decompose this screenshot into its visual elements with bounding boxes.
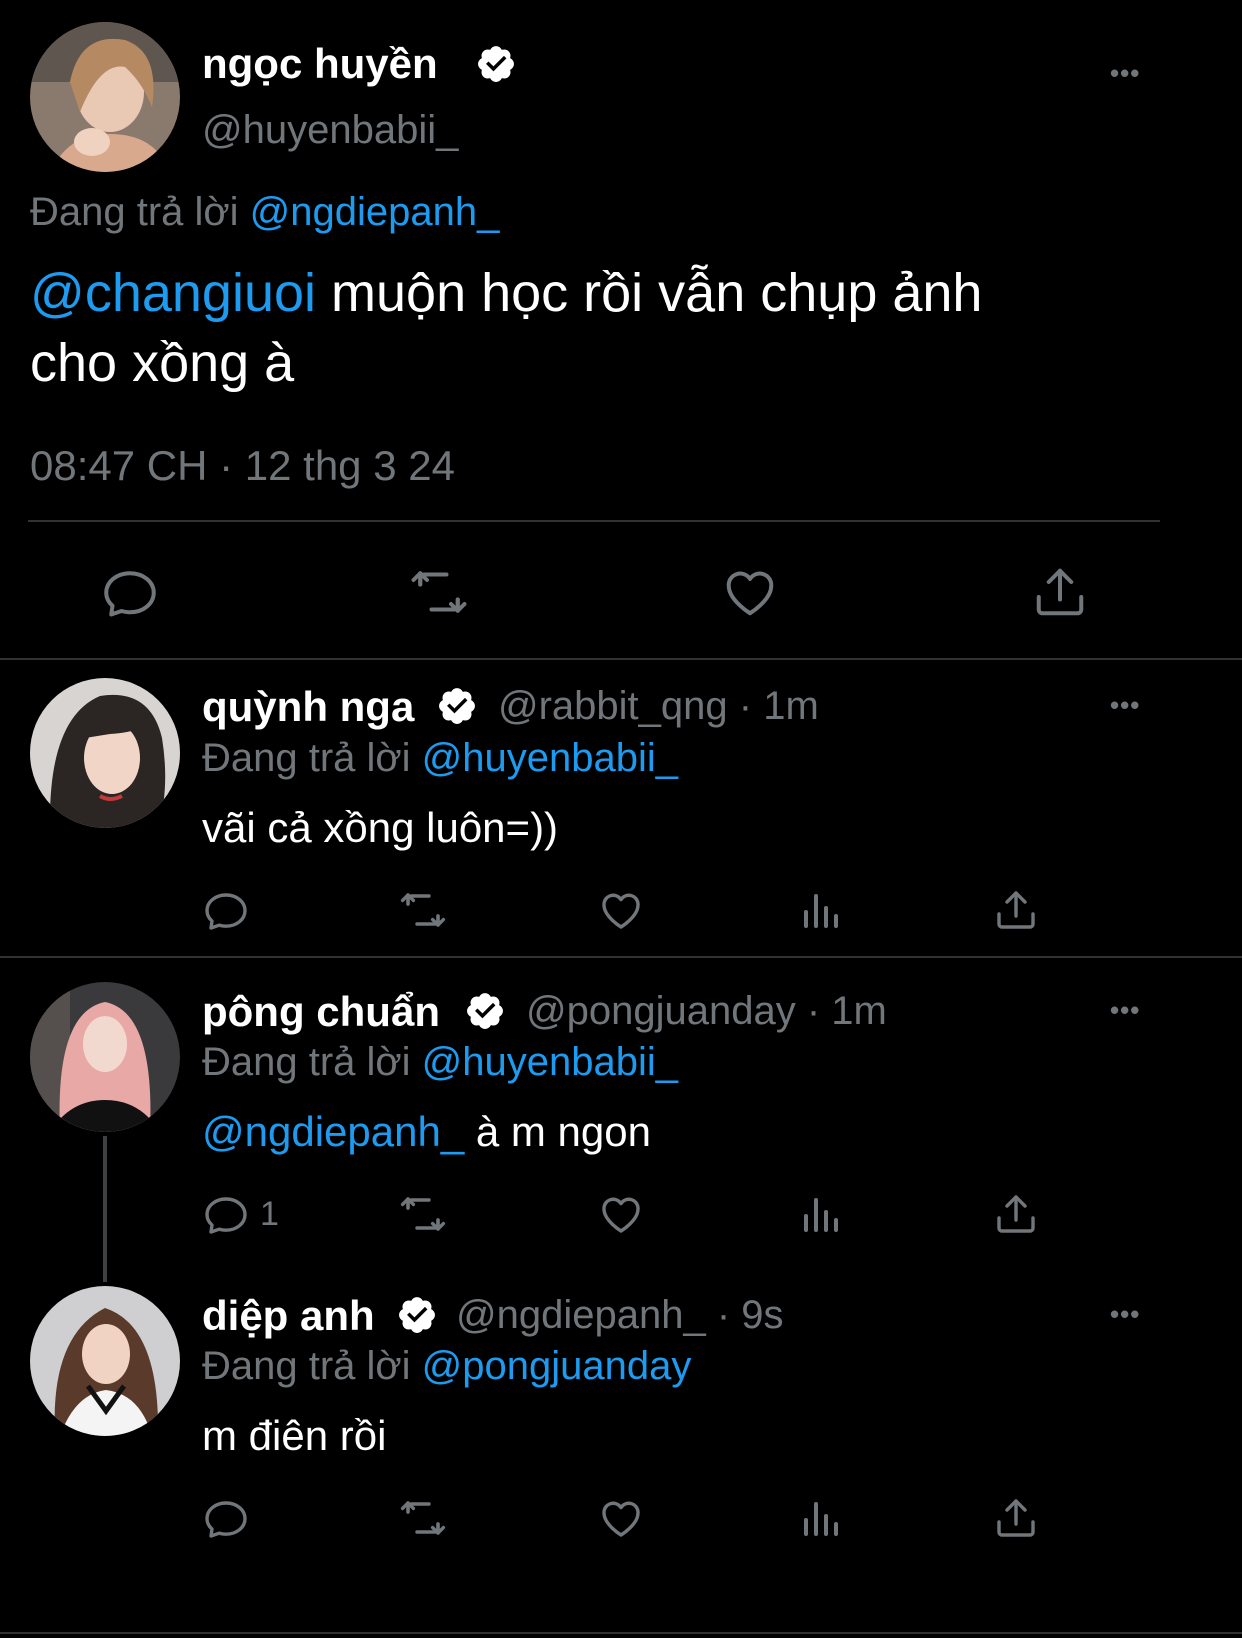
replying-to-link[interactable]: @huyenbabii_ <box>422 1040 678 1084</box>
more-icon[interactable]: ••• <box>1110 690 1140 721</box>
tweet-mention-link[interactable]: @changiuoi <box>30 263 316 323</box>
reply-icon[interactable] <box>202 1494 260 1542</box>
reply-handle-time[interactable]: @pongjuanday · 1m <box>526 989 887 1034</box>
share-icon[interactable] <box>992 886 1040 934</box>
main-tweet-text-line2: cho xồng à <box>30 333 295 393</box>
main-display-name[interactable]: ngọc huyền <box>202 40 438 88</box>
reply-replying-to: Đang trả lời @pongjuanday <box>202 1344 691 1389</box>
reply-handle-time[interactable]: @rabbit_qng · 1m <box>498 684 819 729</box>
main-handle[interactable]: @huyenbabii_ <box>202 108 458 153</box>
verified-badge-icon <box>475 43 517 90</box>
section-divider <box>0 956 1242 958</box>
reply-replying-to: Đang trả lời @huyenbabii_ <box>202 736 678 781</box>
main-divider <box>28 520 1160 522</box>
thread-connector <box>103 1136 107 1282</box>
share-icon[interactable] <box>992 1494 1040 1542</box>
more-icon[interactable]: ••• <box>1110 995 1140 1026</box>
verified-badge-icon <box>436 685 478 732</box>
replying-prefix: Đang trả lời <box>202 1344 411 1388</box>
avatar-reply-user-3[interactable] <box>30 1286 180 1436</box>
retweet-icon[interactable] <box>398 1190 448 1238</box>
avatar-main-user[interactable] <box>30 22 180 172</box>
retweet-icon[interactable] <box>398 1494 448 1542</box>
section-divider <box>0 1632 1242 1634</box>
retweet-icon[interactable] <box>398 886 448 934</box>
replying-prefix: Đang trả lời <box>202 736 411 780</box>
replying-to-link[interactable]: @ngdiepanh_ <box>250 190 500 234</box>
share-icon[interactable] <box>992 1190 1040 1238</box>
views-icon[interactable] <box>796 886 844 934</box>
tweet-text: muộn học rồi vẫn chụp ảnh <box>316 263 983 323</box>
section-divider <box>0 658 1242 660</box>
avatar-reply-user-2[interactable] <box>30 982 180 1132</box>
avatar-reply-user-1[interactable] <box>30 678 180 828</box>
main-timestamp[interactable]: 08:47 CH · 12 thg 3 24 <box>30 442 455 490</box>
main-tweet-text-line1: @changiuoi muộn học rồi vẫn chụp ảnh <box>30 262 982 324</box>
heart-icon[interactable] <box>597 1190 645 1238</box>
reply-icon[interactable] <box>202 886 260 934</box>
heart-icon[interactable] <box>720 562 780 622</box>
reply-display-name[interactable]: quỳnh nga <box>202 683 414 731</box>
replying-prefix: Đang trả lời <box>30 190 239 234</box>
reply-text: m điên rồi <box>202 1412 387 1459</box>
reply-text: vãi cả xồng luôn=)) <box>202 804 559 851</box>
share-icon[interactable] <box>1030 562 1090 622</box>
reply-display-name[interactable]: diệp anh <box>202 1292 375 1340</box>
retweet-icon[interactable] <box>408 562 470 622</box>
reply-mention-link[interactable]: @ngdiepanh_ <box>202 1108 464 1155</box>
views-icon[interactable] <box>796 1190 844 1238</box>
reply-text: à m ngon <box>464 1108 651 1155</box>
heart-icon[interactable] <box>597 886 645 934</box>
verified-badge-icon <box>396 1294 438 1341</box>
main-replying-to: Đang trả lời @ngdiepanh_ <box>30 190 499 235</box>
more-icon[interactable]: ••• <box>1110 1299 1140 1330</box>
reply-count: 1 <box>260 1194 279 1233</box>
reply-icon[interactable] <box>100 562 160 622</box>
replying-to-link[interactable]: @huyenbabii_ <box>422 736 678 780</box>
replying-prefix: Đang trả lời <box>202 1040 411 1084</box>
reply-icon[interactable]: 1 <box>202 1190 279 1238</box>
reply-display-name[interactable]: pông chuẩn <box>202 988 440 1036</box>
views-icon[interactable] <box>796 1494 844 1542</box>
reply-handle-time[interactable]: @ngdiepanh_ · 9s <box>456 1293 784 1338</box>
verified-badge-icon <box>464 990 506 1037</box>
reply-text-row: @ngdiepanh_ à m ngon <box>202 1108 651 1156</box>
more-icon[interactable]: ••• <box>1110 58 1140 89</box>
reply-replying-to: Đang trả lời @huyenbabii_ <box>202 1040 678 1085</box>
replying-to-link[interactable]: @pongjuanday <box>422 1344 692 1388</box>
heart-icon[interactable] <box>597 1494 645 1542</box>
